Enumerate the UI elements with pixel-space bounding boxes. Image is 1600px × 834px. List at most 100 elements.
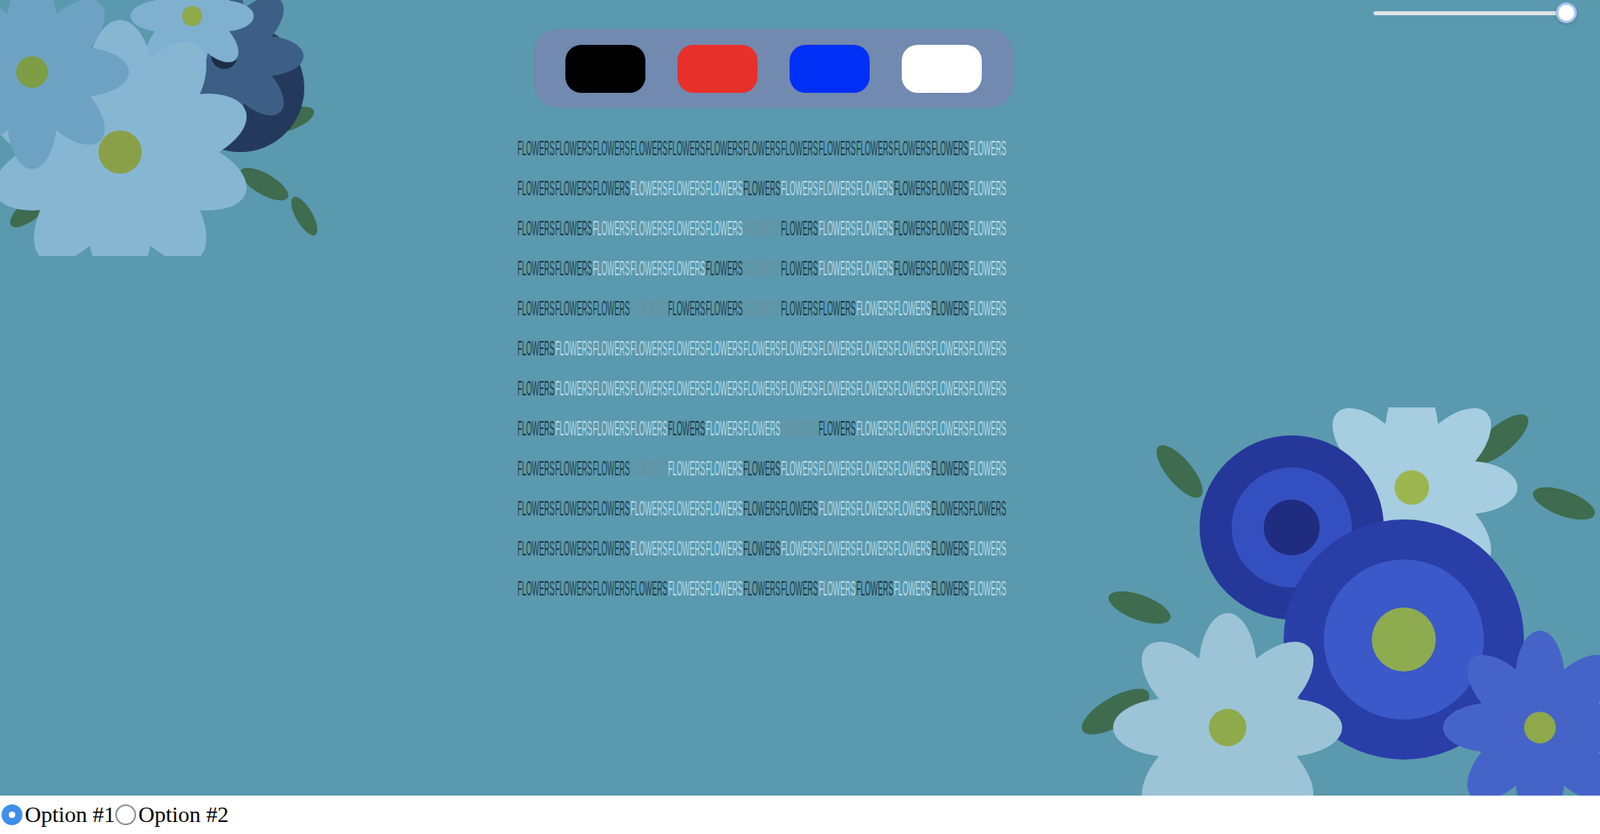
word-cell: FLOWERS — [705, 488, 744, 529]
word-cell: FLOWERS — [630, 528, 668, 569]
word-cell: FLOWERS — [931, 288, 969, 329]
size-slider[interactable] — [1373, 2, 1567, 24]
word-cell: FLOWERS — [592, 448, 631, 489]
word-row: FLOWERSFLOWERSFLOWERSFLOWERSFLOWERSFLOWE… — [517, 448, 1007, 489]
word-row: FLOWERSFLOWERSFLOWERSFLOWERSFLOWERSFLOWE… — [517, 488, 1007, 529]
flowers-top-left-icon — [0, 0, 353, 257]
color-swatch[interactable] — [901, 44, 982, 93]
word-cell: FLOWERS — [630, 368, 668, 409]
word-cell: FLOWERS — [968, 408, 1007, 449]
word-cell: FLOWERS — [856, 568, 894, 609]
word-cell: FLOWERS — [780, 288, 819, 329]
word-cell: FLOWERS — [517, 488, 555, 529]
radio-button[interactable] — [115, 804, 137, 826]
word-cell: FLOWERS — [705, 128, 744, 169]
word-cell: FLOWERS — [592, 288, 631, 329]
word-grid: FLOWERSFLOWERSFLOWERSFLOWERSFLOWERSFLOWE… — [517, 128, 1007, 609]
word-row: FLOWERSFLOWERSFLOWERSFLOWERSFLOWERSFLOWE… — [517, 288, 1007, 329]
word-cell: FLOWERS — [630, 568, 668, 609]
word-cell: FLOWERS — [743, 208, 781, 249]
word-cell: FLOWERS — [893, 328, 932, 369]
word-cell: FLOWERS — [554, 568, 593, 609]
word-cell: FLOWERS — [931, 208, 969, 249]
word-cell: FLOWERS — [968, 168, 1007, 209]
word-cell: FLOWERS — [818, 448, 857, 489]
word-cell: FLOWERS — [554, 368, 593, 409]
word-cell: FLOWERS — [705, 408, 744, 449]
word-cell: FLOWERS — [931, 248, 969, 289]
word-cell: FLOWERS — [517, 128, 555, 169]
word-cell: FLOWERS — [818, 568, 857, 609]
word-cell: FLOWERS — [517, 448, 555, 489]
word-cell: FLOWERS — [893, 448, 932, 489]
word-cell: FLOWERS — [893, 288, 932, 329]
word-cell: FLOWERS — [517, 368, 555, 409]
radio-option[interactable]: Option #2 — [115, 802, 230, 829]
radio-button[interactable] — [1, 804, 23, 826]
word-cell: FLOWERS — [968, 328, 1007, 369]
word-cell: FLOWERS — [818, 288, 857, 329]
word-row: FLOWERSFLOWERSFLOWERSFLOWERSFLOWERSFLOWE… — [517, 568, 1007, 609]
content-column: FLOWERSFLOWERSFLOWERSFLOWERSFLOWERSFLOWE… — [509, 0, 1014, 609]
word-cell: FLOWERS — [780, 208, 819, 249]
color-palette — [533, 28, 1014, 109]
word-cell: FLOWERS — [856, 128, 894, 169]
word-cell: FLOWERS — [554, 288, 593, 329]
word-cell: FLOWERS — [893, 128, 932, 169]
word-cell: FLOWERS — [592, 528, 631, 569]
word-cell: FLOWERS — [630, 408, 668, 449]
radio-bar: Option #1Option #2 — [0, 795, 1600, 834]
word-row: FLOWERSFLOWERSFLOWERSFLOWERSFLOWERSFLOWE… — [517, 208, 1007, 249]
word-cell: FLOWERS — [931, 368, 969, 409]
color-swatch[interactable] — [565, 44, 646, 93]
word-cell: FLOWERS — [856, 408, 894, 449]
word-cell: FLOWERS — [780, 248, 819, 289]
word-cell: FLOWERS — [592, 168, 631, 209]
word-cell: FLOWERS — [554, 168, 593, 209]
word-cell: FLOWERS — [931, 448, 969, 489]
word-cell: FLOWERS — [780, 488, 819, 529]
word-cell: FLOWERS — [705, 168, 744, 209]
slider-thumb[interactable] — [1555, 2, 1577, 24]
word-cell: FLOWERS — [780, 568, 819, 609]
word-cell: FLOWERS — [743, 448, 781, 489]
word-cell: FLOWERS — [931, 488, 969, 529]
word-cell: FLOWERS — [743, 368, 781, 409]
word-cell: FLOWERS — [592, 368, 631, 409]
word-cell: FLOWERS — [743, 568, 781, 609]
word-cell: FLOWERS — [968, 448, 1007, 489]
word-row: FLOWERSFLOWERSFLOWERSFLOWERSFLOWERSFLOWE… — [517, 128, 1007, 169]
word-cell: FLOWERS — [667, 128, 706, 169]
word-cell: FLOWERS — [780, 328, 819, 369]
word-cell: FLOWERS — [592, 208, 631, 249]
word-cell: FLOWERS — [893, 368, 932, 409]
word-cell: FLOWERS — [743, 488, 781, 529]
word-cell: FLOWERS — [517, 408, 555, 449]
word-cell: FLOWERS — [743, 528, 781, 569]
word-cell: FLOWERS — [554, 448, 593, 489]
word-cell: FLOWERS — [517, 168, 555, 209]
word-cell: FLOWERS — [705, 248, 744, 289]
word-cell: FLOWERS — [517, 288, 555, 329]
color-swatch[interactable] — [677, 44, 758, 93]
word-cell: FLOWERS — [780, 168, 819, 209]
word-cell: FLOWERS — [667, 368, 706, 409]
word-cell: FLOWERS — [667, 528, 706, 569]
word-cell: FLOWERS — [705, 568, 744, 609]
word-cell: FLOWERS — [517, 528, 555, 569]
word-cell: FLOWERS — [554, 328, 593, 369]
word-cell: FLOWERS — [818, 328, 857, 369]
color-swatch[interactable] — [789, 44, 870, 93]
radio-option[interactable]: Option #1 — [1, 802, 116, 829]
word-row: FLOWERSFLOWERSFLOWERSFLOWERSFLOWERSFLOWE… — [517, 368, 1007, 409]
word-cell: FLOWERS — [968, 368, 1007, 409]
word-cell: FLOWERS — [893, 248, 932, 289]
slider-area — [1013, 0, 1600, 24]
word-cell: FLOWERS — [818, 488, 857, 529]
word-cell: FLOWERS — [931, 408, 969, 449]
word-cell: FLOWERS — [856, 208, 894, 249]
word-cell: FLOWERS — [667, 328, 706, 369]
word-cell: FLOWERS — [630, 288, 668, 329]
word-cell: FLOWERS — [554, 408, 593, 449]
word-cell: FLOWERS — [780, 528, 819, 569]
